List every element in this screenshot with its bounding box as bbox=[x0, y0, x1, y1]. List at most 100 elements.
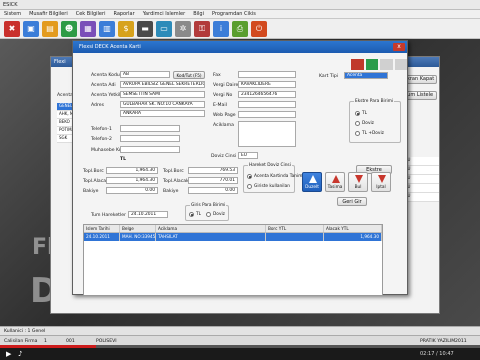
ekstre-para-title: Ekstre Para Birimi bbox=[354, 99, 395, 104]
info-icon[interactable]: i bbox=[213, 20, 229, 37]
list-item[interactable]: EU bbox=[403, 193, 439, 202]
kart-tipi-select[interactable]: Acenta bbox=[344, 72, 388, 79]
acenta-adi-field[interactable]: AVRUPA EBILSIZ GENEL SEKRETERLIGI bbox=[120, 81, 205, 88]
iptal-button[interactable]: Iptal bbox=[371, 172, 391, 192]
toplam-alacak-doviz-label: Topl.Alacak bbox=[163, 179, 189, 184]
grid-header-cell[interactable]: Belge bbox=[120, 225, 156, 232]
acenta-adi-label: Acenta Adi bbox=[91, 83, 116, 88]
calendar-icon[interactable]: ▥ bbox=[99, 20, 115, 37]
folder-icon[interactable]: ▤ bbox=[42, 20, 58, 37]
video-player-bar: ▶ ♪ 02:17 / 10:47 bbox=[0, 345, 480, 360]
close-button[interactable]: x bbox=[393, 43, 405, 51]
tum-hareketler-label: Tum Hareketler bbox=[91, 213, 126, 218]
delete-header-icon[interactable] bbox=[351, 59, 364, 70]
menu-bar: Sistem Musafir Bilgileri Cek Bilgileri R… bbox=[0, 10, 480, 19]
telefon1-label: Telefon-1 bbox=[91, 127, 112, 132]
window-icon[interactable]: ▣ bbox=[23, 20, 39, 37]
telefon2-field[interactable] bbox=[120, 135, 180, 142]
adres-field-1[interactable]: GULBAHAR SK. NO:10 CANKAYA bbox=[120, 101, 205, 108]
status-bar-firma: Calisilan Firma 1 001 POLISEVI PRATIK YA… bbox=[0, 335, 480, 345]
report-icon[interactable]: ▦ bbox=[80, 20, 96, 37]
power-icon[interactable]: ⏻ bbox=[251, 20, 267, 37]
ekstre-tldoviz-radio[interactable]: TL +Doviz bbox=[355, 131, 384, 136]
hareket-tanimli-radio[interactable]: Acenta Kartinda Tanimli bbox=[247, 174, 305, 179]
grid-header: Islem Tarihi Belge Aciklama Borc YTL Ala… bbox=[84, 225, 382, 233]
grid-header-cell[interactable]: Borc YTL bbox=[266, 225, 324, 232]
acenta-yetkili-field[interactable]: SEMSETTIN SAMI bbox=[120, 91, 205, 98]
vergi-no-field[interactable]: 2341264656476 bbox=[238, 91, 296, 98]
grid-header-cell[interactable]: Aciklama bbox=[156, 225, 266, 232]
duzelt-button[interactable]: Duzelt bbox=[302, 172, 322, 192]
giris-doviz-radio[interactable]: Doviz bbox=[206, 212, 225, 217]
bul-button[interactable]: Bul bbox=[348, 172, 368, 192]
muhasebe-field[interactable] bbox=[120, 146, 180, 153]
firma-no: 1 bbox=[44, 339, 47, 344]
giris-para-group: Giris Para Birimi TL Doviz bbox=[185, 203, 229, 221]
exit-icon[interactable]: ✖ bbox=[4, 20, 20, 37]
telefon2-label: Telefon-2 bbox=[91, 137, 112, 142]
toplam-alacak-doviz: 770.01 bbox=[188, 177, 238, 184]
calisilan-firma-label: Calisilan Firma bbox=[4, 339, 38, 344]
list-item[interactable]: EU bbox=[403, 157, 439, 166]
radio-icon bbox=[355, 131, 360, 136]
hareket-doviz-group: Hareket Doviz Cinsi Acenta Kartinda Tani… bbox=[243, 163, 305, 193]
menu-item-yardimci[interactable]: Yardimci Islemler bbox=[143, 11, 186, 17]
list-item[interactable]: EU bbox=[403, 184, 439, 193]
menu-item-sistem[interactable]: Sistem bbox=[4, 11, 21, 17]
web-field[interactable] bbox=[238, 111, 296, 118]
radio-icon bbox=[206, 212, 211, 217]
play-icon[interactable]: ▶ bbox=[6, 350, 11, 358]
grid-cell: TAHSILAT bbox=[156, 233, 266, 241]
list-item[interactable]: EU bbox=[403, 175, 439, 184]
menu-item-cek[interactable]: Cek Bilgileri bbox=[76, 11, 106, 17]
ekstre-tl-radio[interactable]: TL bbox=[355, 111, 367, 116]
money-icon[interactable]: $ bbox=[118, 20, 134, 37]
grid-header-cell[interactable]: Islem Tarihi bbox=[84, 225, 120, 232]
users-icon[interactable]: ☻ bbox=[61, 20, 77, 37]
menu-item-cikis[interactable]: Programdan Cikis bbox=[212, 11, 256, 17]
giris-doviz-label: Doviz bbox=[213, 212, 225, 217]
grid-header-cell[interactable]: Alacak YTL bbox=[324, 225, 382, 232]
volume-icon[interactable]: ♪ bbox=[18, 350, 22, 358]
tasima-button[interactable]: Tasima bbox=[325, 172, 345, 192]
save-header-icon[interactable] bbox=[365, 59, 378, 70]
cancel-header-icon[interactable] bbox=[394, 59, 407, 70]
kod-liste-button[interactable]: Kod/Tut (F5) bbox=[173, 71, 205, 79]
print-icon[interactable]: ⎙ bbox=[232, 20, 248, 37]
card-icon[interactable]: ▬ bbox=[137, 20, 153, 37]
menu-item-bilgi[interactable]: Bilgi bbox=[193, 11, 204, 17]
acenta-karti-dialog: Flexsi DECK Acenta Karti x Acenta Kodu A… bbox=[72, 40, 408, 296]
vergi-no-label: Vergi No bbox=[213, 93, 233, 98]
ekstre-doviz-radio[interactable]: Doviz bbox=[355, 121, 374, 126]
menu-item-musafir[interactable]: Musafir Bilgileri bbox=[29, 11, 68, 17]
check-header-icon[interactable] bbox=[380, 59, 393, 70]
geri-gir-button[interactable]: Geri Gir bbox=[337, 197, 367, 206]
email-label: E-Mail bbox=[213, 103, 227, 108]
table-row[interactable]: 24.10.2011 MAH. NO:339459 TAHSILAT 1,964… bbox=[84, 233, 382, 241]
arrow-up-icon bbox=[332, 175, 340, 183]
toplam-borc-tl: 1,964.30 bbox=[106, 167, 158, 174]
gear-icon[interactable]: ✲ bbox=[175, 20, 191, 37]
telefon1-field[interactable] bbox=[120, 125, 180, 132]
fax-field[interactable] bbox=[238, 71, 296, 78]
bed-icon[interactable]: ▭ bbox=[156, 20, 172, 37]
tarih-field[interactable]: 24.10.2011 bbox=[128, 211, 168, 218]
grid-cell bbox=[266, 233, 324, 241]
email-field[interactable] bbox=[238, 101, 296, 108]
acenta-kodu-field[interactable]: AB bbox=[120, 71, 170, 78]
video-progress[interactable] bbox=[0, 345, 480, 348]
list-item[interactable]: EU bbox=[403, 166, 439, 175]
status-bar-user: Kullanici : 1 Genel bbox=[0, 326, 480, 335]
menu-item-raporlar[interactable]: Raporlar bbox=[113, 11, 134, 17]
doviz-cinsi-field[interactable]: EU bbox=[238, 152, 258, 159]
adres-field-2[interactable]: ANKARA bbox=[120, 110, 205, 117]
vergi-dairesi-field[interactable]: KAVAKLIDERE bbox=[238, 81, 296, 88]
radio-icon bbox=[355, 121, 360, 126]
giris-tl-radio[interactable]: TL bbox=[189, 212, 201, 217]
toplam-borc-doviz-label: Topl.Borc bbox=[163, 169, 184, 174]
pratik-label: PRATIK YAZILIM bbox=[420, 339, 456, 344]
ekstre-tl-label: TL bbox=[362, 111, 368, 116]
hareket-giris-radio[interactable]: Giriste kullanilan bbox=[247, 184, 290, 189]
key-icon[interactable]: ⚿ bbox=[194, 20, 210, 37]
aciklama-field[interactable] bbox=[238, 121, 296, 147]
